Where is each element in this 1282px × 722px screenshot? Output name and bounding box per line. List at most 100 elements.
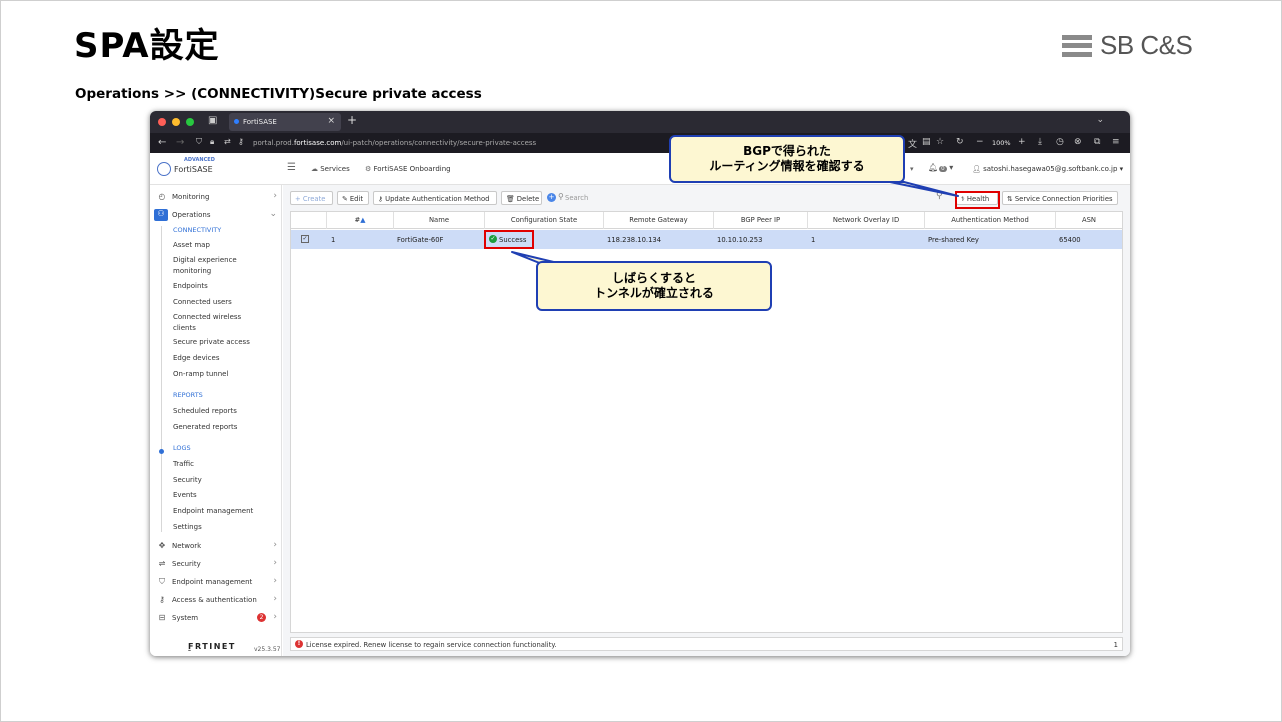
cell-bgp-peer-ip: 10.10.10.253 — [717, 236, 763, 244]
sort-icon: ⇅ — [1007, 195, 1015, 203]
sidebar-item-security-logs[interactable]: Security — [173, 475, 202, 486]
update-auth-method-button[interactable]: ⚷ Update Authentication Method — [373, 191, 497, 205]
zoom-in-icon[interactable]: + — [1018, 137, 1026, 147]
bookmark-star-icon[interactable]: ☆ — [936, 137, 944, 147]
back-icon[interactable]: ← — [158, 137, 166, 148]
section-connectivity: CONNECTIVITY — [173, 226, 222, 234]
notifications-button[interactable]: 🔔︎ 0 ▾ — [928, 163, 953, 172]
sidebar-item-connected-users[interactable]: Connected users — [173, 297, 232, 308]
sidebar-item-secure-private-access[interactable]: Secure private access — [173, 337, 250, 348]
forward-icon[interactable]: → — [176, 137, 184, 148]
services-menu[interactable]: ☁︎ Services — [311, 165, 350, 173]
search-icon: ⚲ — [558, 192, 564, 201]
new-tab-icon[interactable]: + — [347, 113, 357, 127]
column-configuration-state[interactable]: Configuration State — [485, 212, 604, 229]
callout-bgp-routing: BGPで得られた ルーティング情報を確認する — [669, 135, 905, 183]
sidebar-item-endpoints[interactable]: Endpoints — [173, 281, 208, 292]
reload-icon[interactable]: ↻ — [956, 137, 964, 147]
key-icon: ⚷ — [159, 595, 165, 604]
sidebar-item-monitoring[interactable]: ◴ Monitoring › — [150, 189, 282, 205]
address-field[interactable]: portal.prod.fortisase.com/ui-patch/opera… — [253, 139, 536, 147]
brand-bars-icon — [1062, 34, 1092, 57]
chevron-down-icon: ⌄ — [269, 209, 277, 219]
sidebar-item-operations[interactable]: ⚇ Operations ⌄ — [150, 207, 282, 223]
delete-button[interactable]: 🗑︎ Delete — [501, 191, 542, 205]
sidebar-item-endpoint-management[interactable]: ⛉ Endpoint management › — [150, 574, 282, 590]
search-input[interactable]: + ⚲ Search — [547, 191, 947, 205]
extension-badge-icon[interactable]: ⊗ — [1074, 137, 1082, 147]
maximize-window-icon[interactable] — [186, 118, 194, 126]
user-menu[interactable]: 👤︎ satoshi.hasegawa05@g.softbank.co.jp ▾ — [972, 165, 1123, 173]
service-connection-priorities-button[interactable]: ⇅ Service Connection Priorities — [1002, 191, 1118, 205]
health-button-highlight — [955, 191, 1000, 209]
shield-icon[interactable]: ⛉ — [196, 137, 202, 147]
column-name[interactable]: Name — [394, 212, 485, 229]
onboarding-menu[interactable]: ⚙ FortiSASE Onboarding — [365, 165, 451, 173]
sidebar-item-on-ramp-tunnel[interactable]: On-ramp tunnel — [173, 369, 228, 380]
column-remote-gateway[interactable]: Remote Gateway — [604, 212, 714, 229]
chevron-right-icon: › — [273, 576, 277, 586]
slide-title: SPA設定 — [74, 26, 220, 66]
key-icon[interactable]: ⚷ — [238, 137, 244, 146]
search-submit-icon[interactable]: ⚲ — [936, 191, 943, 201]
downloads-icon[interactable]: ⤓ — [1038, 137, 1042, 147]
close-window-icon[interactable] — [158, 118, 166, 126]
cell-remote-gateway: 118.238.10.134 — [607, 236, 662, 244]
sidebar-item-wireless-clients[interactable]: Connected wireless clients — [173, 312, 253, 333]
column-authentication-method[interactable]: Authentication Method — [925, 212, 1056, 229]
cell-asn: 65400 — [1059, 236, 1081, 244]
window-controls[interactable] — [158, 118, 194, 126]
record-count: 1 — [1113, 641, 1118, 649]
column-number[interactable]: #▲ — [327, 212, 394, 229]
sidebar-item-network[interactable]: ✥ Network › — [150, 538, 282, 554]
sidebar-item-access-authentication[interactable]: ⚷ Access & authentication › — [150, 592, 282, 608]
system-alert-badge: 2 — [257, 613, 266, 622]
column-network-overlay-id[interactable]: Network Overlay ID — [808, 212, 925, 229]
table-row[interactable]: ✓ 1 FortiGate-60F ✓ Success 118.238.10.13… — [291, 230, 1122, 249]
reader-icon[interactable]: ▤ — [922, 137, 931, 147]
translate-icon[interactable]: 文 — [908, 137, 917, 150]
column-select[interactable] — [291, 212, 327, 229]
callout-tunnel-line-1: しばらくすると — [611, 271, 696, 285]
cell-name: FortiGate-60F — [397, 236, 444, 244]
dropdown-chevron-icon[interactable]: ▾ — [910, 165, 914, 173]
sidebar-item-system[interactable]: ⊟ System 2 › — [150, 610, 282, 626]
sidebar-item-scheduled-reports[interactable]: Scheduled reports — [173, 406, 237, 417]
system-icon: ⊟ — [158, 613, 166, 622]
cloud-icon: ☁︎ — [311, 165, 321, 173]
callout-bgp-line-2: ルーティング情報を確認する — [709, 159, 865, 173]
sidebar-item-traffic[interactable]: Traffic — [173, 459, 194, 470]
tab-overview-icon[interactable]: ▣ — [208, 115, 217, 126]
menu-icon[interactable]: ≡ — [1112, 137, 1120, 147]
hamburger-menu-icon[interactable]: ☰ — [287, 162, 296, 173]
brand-logo: SB C&S — [1062, 30, 1193, 61]
sidebar-item-security[interactable]: ⇌ Security › — [150, 556, 282, 572]
permissions-icon[interactable]: ⇄ — [224, 137, 231, 146]
sidebar-item-settings[interactable]: Settings — [173, 522, 202, 533]
zoom-out-icon[interactable]: − — [976, 137, 984, 147]
close-tab-icon[interactable]: × — [327, 116, 335, 126]
column-asn[interactable]: ASN — [1056, 212, 1122, 229]
zoom-level[interactable]: 100% — [992, 139, 1011, 147]
sidebar-item-generated-reports[interactable]: Generated reports — [173, 422, 237, 433]
extensions-icon[interactable]: ⧉ — [1094, 137, 1100, 147]
create-button[interactable]: + Create — [290, 191, 333, 205]
sidebar-item-asset-map[interactable]: Asset map — [173, 240, 210, 251]
sidebar-item-events[interactable]: Events — [173, 490, 197, 501]
gauge-icon: ◴ — [158, 192, 166, 201]
add-filter-icon[interactable]: + — [547, 193, 556, 202]
sidebar-item-endpoint-mgmt-logs[interactable]: Endpoint management — [173, 506, 253, 517]
version-label: v25.3.57 — [254, 646, 281, 653]
tab-list-chevron-icon[interactable]: ⌄ — [1096, 115, 1104, 125]
history-icon[interactable]: ◷ — [1056, 137, 1064, 147]
sidebar-item-dem[interactable]: Digital experience monitoring — [173, 255, 253, 276]
lock-icon[interactable]: 🔒︎ — [210, 137, 214, 147]
edit-button[interactable]: ✎ Edit — [337, 191, 369, 205]
sidebar-item-edge-devices[interactable]: Edge devices — [173, 353, 219, 364]
minimize-window-icon[interactable] — [172, 118, 180, 126]
browser-tab[interactable]: FortiSASE × — [229, 113, 341, 131]
browser-url-bar: ← → ⛉ 🔒︎ ⇄ ⚷ portal.prod.fortisase.com/u… — [150, 133, 1130, 153]
fortisase-logo-icon — [157, 162, 171, 176]
column-bgp-peer-ip[interactable]: BGP Peer IP — [714, 212, 808, 229]
row-checkbox[interactable]: ✓ — [301, 235, 309, 243]
